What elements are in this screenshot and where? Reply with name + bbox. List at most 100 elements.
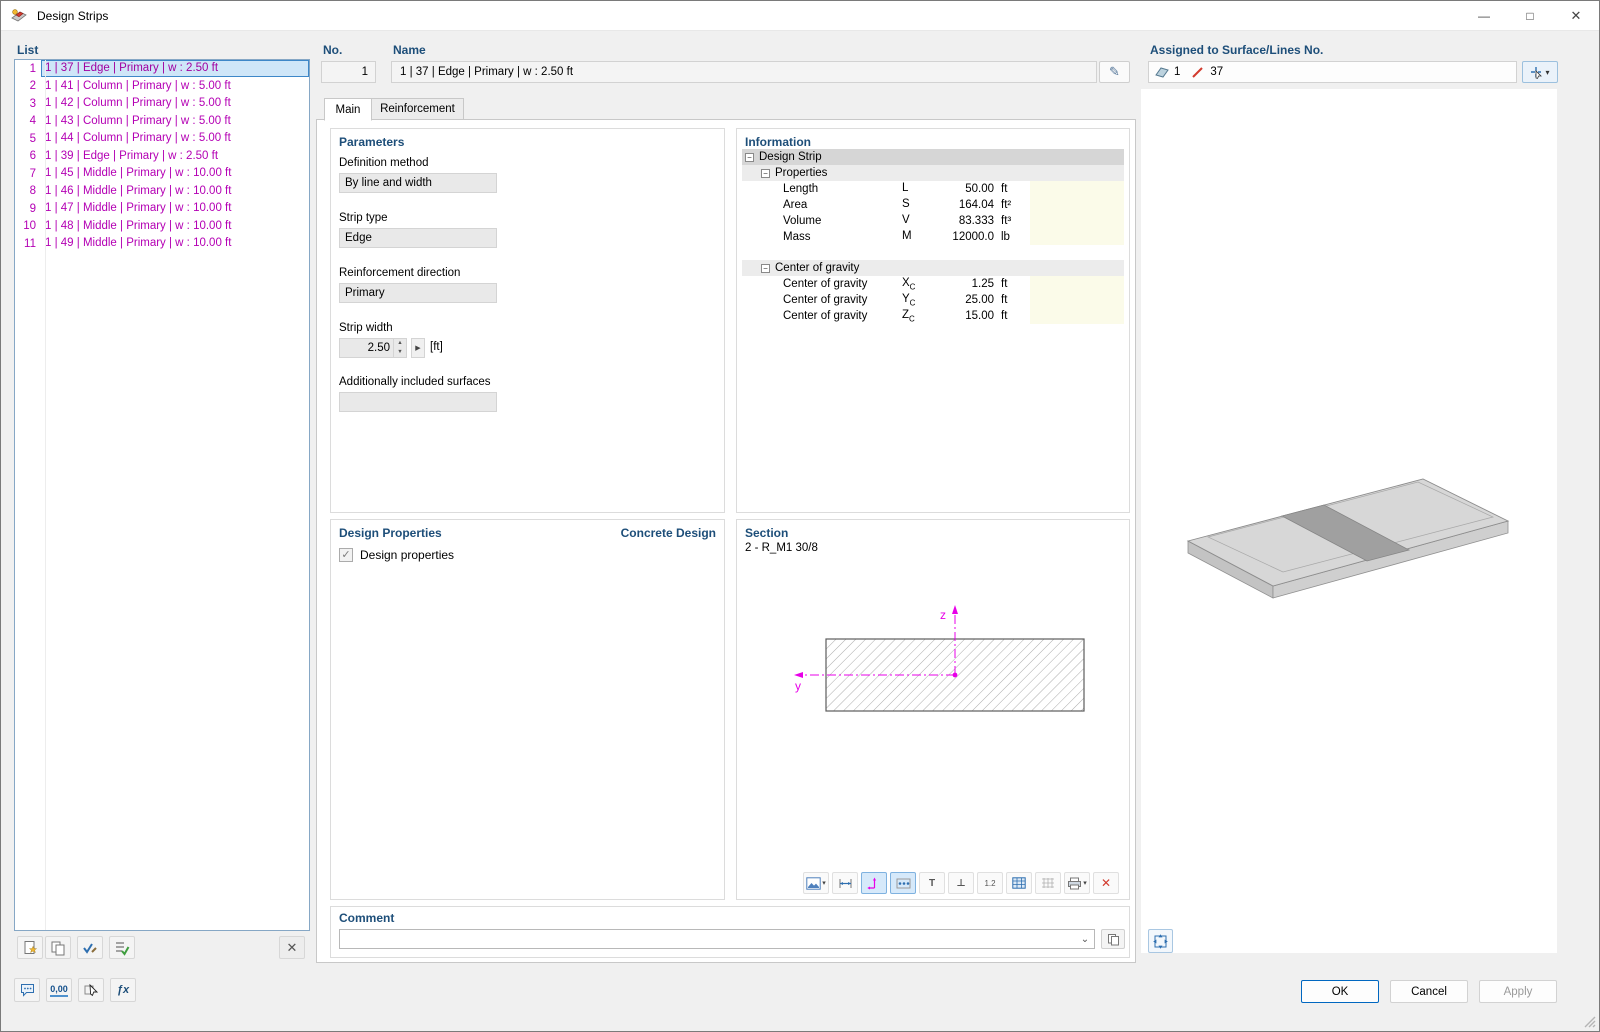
picture-icon bbox=[806, 877, 821, 890]
additional-surfaces-label: Additionally included surfaces bbox=[339, 376, 491, 388]
unit-selector-button[interactable]: ▶ bbox=[411, 338, 425, 358]
assigned-field[interactable]: 1 37 bbox=[1148, 61, 1517, 83]
strip-type-field[interactable]: Edge bbox=[339, 228, 497, 248]
close-button[interactable]: ✕ bbox=[1553, 1, 1599, 31]
unit-arrow-icon: ▶ bbox=[415, 344, 420, 352]
surface-icon bbox=[1155, 66, 1169, 78]
3d-viewport[interactable] bbox=[1141, 89, 1557, 953]
axis-z-label: z bbox=[940, 608, 946, 622]
comment-combobox[interactable]: ⌄ bbox=[339, 929, 1095, 949]
clear-view-button[interactable]: ✕ bbox=[1093, 872, 1119, 894]
strip-name-field[interactable]: 1 | 37 | Edge | Primary | w : 2.50 ft bbox=[391, 61, 1097, 83]
comment-caption: Comment bbox=[339, 911, 394, 925]
list-item[interactable]: 11 1 | 49 | Middle | Primary | w : 10.00… bbox=[15, 235, 309, 253]
checklist-button[interactable] bbox=[109, 936, 135, 959]
list-item[interactable]: 9 1 | 47 | Middle | Primary | w : 10.00 … bbox=[15, 200, 309, 218]
design-properties-group: Design Properties Concrete Design ✓ Desi… bbox=[330, 519, 725, 900]
clear-icon: ✕ bbox=[1101, 876, 1111, 890]
list-item[interactable]: 7 1 | 45 | Middle | Primary | w : 10.00 … bbox=[15, 165, 309, 183]
list-item[interactable]: 10 1 | 48 | Middle | Primary | w : 10.00… bbox=[15, 218, 309, 236]
spinner-arrows[interactable]: ▲ ▼ bbox=[393, 339, 406, 357]
top-fiber-button[interactable]: T bbox=[919, 872, 945, 894]
tree-group-row[interactable]: − Properties bbox=[742, 165, 1124, 181]
assigned-surface-number: 1 bbox=[1174, 66, 1180, 78]
grid-icon bbox=[1041, 877, 1055, 889]
spinner-up-icon[interactable]: ▲ bbox=[394, 339, 406, 348]
strip-type-label: Strip type bbox=[339, 212, 388, 224]
points-icon bbox=[896, 877, 911, 890]
new-strip-button[interactable] bbox=[17, 936, 43, 959]
bottom-fiber-button[interactable]: ⊥ bbox=[948, 872, 974, 894]
tab-main[interactable]: Main bbox=[324, 98, 372, 121]
name-caption: Name bbox=[393, 43, 426, 57]
tree-root-row[interactable]: − Design Strip bbox=[742, 149, 1124, 165]
section-toolbar: ▾ bbox=[803, 872, 1119, 894]
list-item[interactable]: 4 1 | 43 | Column | Primary | w : 5.00 f… bbox=[15, 113, 309, 131]
check-pencil-icon bbox=[82, 940, 98, 956]
parameters-caption: Parameters bbox=[339, 135, 404, 149]
axis-y-label: y bbox=[795, 679, 801, 693]
select-objects-button[interactable]: ▾ bbox=[1522, 61, 1558, 83]
spinner-down-icon[interactable]: ▼ bbox=[394, 348, 406, 357]
grid-button[interactable] bbox=[1035, 872, 1061, 894]
collapse-icon[interactable]: − bbox=[761, 169, 770, 178]
main-tab-panel: Parameters Definition method By line and… bbox=[316, 119, 1136, 963]
design-strips-list[interactable]: 1 1 | 37 | Edge | Primary | w : 2.50 ft … bbox=[14, 59, 310, 931]
fx-icon: ƒx bbox=[117, 984, 129, 996]
comment-copy-button[interactable] bbox=[1101, 929, 1125, 949]
resize-grip[interactable] bbox=[1583, 1015, 1596, 1028]
delete-strip-button[interactable]: ✕ bbox=[279, 936, 305, 959]
no-caption: No. bbox=[323, 43, 342, 57]
assigned-line-number: 37 bbox=[1210, 66, 1223, 78]
apply-check-button[interactable] bbox=[77, 936, 103, 959]
collapse-icon[interactable]: − bbox=[761, 264, 770, 273]
list-item[interactable]: 1 1 | 37 | Edge | Primary | w : 2.50 ft bbox=[15, 60, 309, 78]
info-row: Length L 50.00 ft bbox=[742, 181, 1124, 197]
print-button[interactable]: ▾ bbox=[1064, 872, 1090, 894]
info-row: Area S 164.04 ft² bbox=[742, 197, 1124, 213]
apply-button[interactable]: Apply bbox=[1479, 980, 1557, 1003]
definition-method-field[interactable]: By line and width bbox=[339, 173, 497, 193]
parameters-group: Parameters Definition method By line and… bbox=[330, 128, 725, 513]
checkbox-checked-icon: ✓ bbox=[339, 548, 353, 562]
table-icon bbox=[1012, 877, 1026, 889]
result-table-button[interactable] bbox=[1006, 872, 1032, 894]
design-properties-checkbox-row: ✓ Design properties bbox=[339, 548, 454, 562]
strip-width-spinner[interactable]: 2.50 ▲ ▼ bbox=[339, 338, 407, 358]
ok-button[interactable]: OK bbox=[1301, 980, 1379, 1003]
formula-button[interactable]: ƒx bbox=[110, 978, 136, 1002]
tab-reinforcement[interactable]: Reinforcement bbox=[371, 98, 464, 120]
information-caption: Information bbox=[745, 135, 811, 149]
definition-method-label: Definition method bbox=[339, 157, 429, 169]
fit-view-icon bbox=[1153, 934, 1168, 949]
rename-button[interactable]: ✎ bbox=[1099, 61, 1130, 83]
pick-in-model-button[interactable] bbox=[78, 978, 104, 1002]
axes-toggle-button[interactable] bbox=[861, 872, 887, 894]
list-item[interactable]: 8 1 | 46 | Middle | Primary | w : 10.00 … bbox=[15, 183, 309, 201]
copy-icon bbox=[50, 940, 66, 956]
cancel-button[interactable]: Cancel bbox=[1390, 980, 1468, 1003]
maximize-button[interactable]: □ bbox=[1507, 1, 1553, 31]
combo-chevron-icon[interactable]: ⌄ bbox=[1076, 934, 1094, 945]
minimize-button[interactable]: — bbox=[1461, 1, 1507, 31]
list-item[interactable]: 5 1 | 44 | Column | Primary | w : 5.00 f… bbox=[15, 130, 309, 148]
list-item[interactable]: 2 1 | 41 | Column | Primary | w : 5.00 f… bbox=[15, 78, 309, 96]
list-item[interactable]: 6 1 | 39 | Edge | Primary | w : 2.50 ft bbox=[15, 148, 309, 166]
dimensions-button[interactable] bbox=[832, 872, 858, 894]
copy-strip-button[interactable] bbox=[45, 936, 71, 959]
reinforcement-direction-field[interactable]: Primary bbox=[339, 283, 497, 303]
tree-spacer bbox=[742, 245, 1124, 260]
tree-group-row[interactable]: − Center of gravity bbox=[742, 260, 1124, 276]
additional-surfaces-field[interactable] bbox=[339, 392, 497, 412]
section-view-button[interactable]: ▾ bbox=[803, 872, 829, 894]
fit-view-button[interactable] bbox=[1148, 929, 1173, 953]
title-bar[interactable]: Design Strips — □ ✕ bbox=[1, 1, 1599, 31]
comment-help-button[interactable] bbox=[14, 978, 40, 1002]
units-settings-button[interactable]: 0,00 bbox=[46, 978, 72, 1002]
collapse-icon[interactable]: − bbox=[745, 153, 754, 162]
list-item[interactable]: 3 1 | 42 | Column | Primary | w : 5.00 f… bbox=[15, 95, 309, 113]
tree-group-label: Properties bbox=[775, 167, 827, 179]
numbering-button[interactable]: 1.2 bbox=[977, 872, 1003, 894]
dimension-icon bbox=[838, 877, 853, 890]
stress-points-toggle-button[interactable] bbox=[890, 872, 916, 894]
